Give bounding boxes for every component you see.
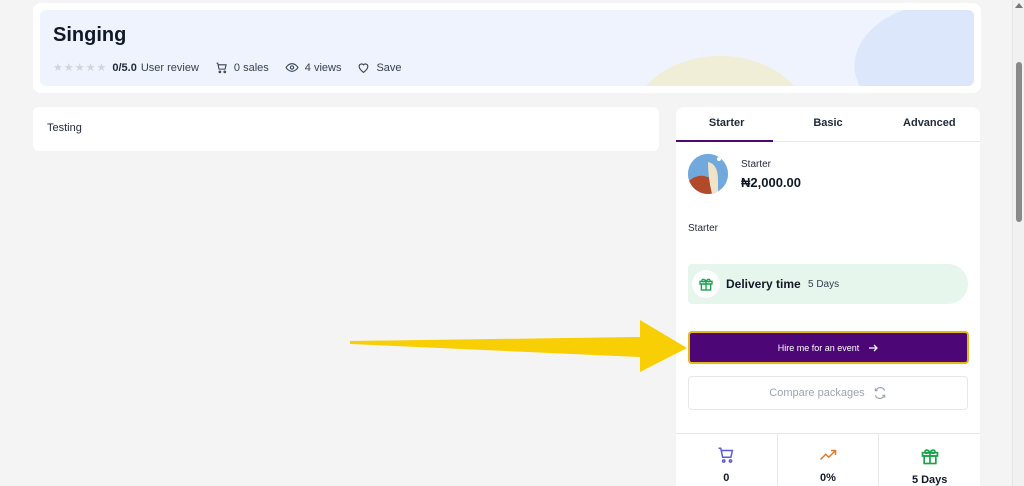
compare-packages-button[interactable]: Compare packages [688,376,968,410]
page-title: Singing [53,24,127,46]
stat-delivery: 5 Days [879,434,980,486]
service-header-card: Singing ★ ★ ★ ★ ★ 0/5.0 User review 0 sa… [33,3,981,93]
save-label: Save [376,61,402,74]
star-icon: ★ [63,62,74,74]
stat-sales: 0 [676,434,778,486]
service-header-banner: Singing ★ ★ ★ ★ ★ 0/5.0 User review 0 sa… [40,10,974,86]
views-count: 4 views [285,61,342,74]
delivery-label: Delivery time [726,277,801,291]
service-meta-row: ★ ★ ★ ★ ★ 0/5.0 User review 0 sales 4 vi… [53,61,418,75]
scroll-up-icon[interactable] [1015,3,1023,8]
package-stats: 0 0% 5 Days [676,433,980,486]
delivery-value: 5 Days [808,279,840,290]
package-description: Starter [688,223,719,234]
star-icon: ★ [74,62,85,74]
star-icon: ★ [53,62,63,74]
stat-value: 5 Days [911,474,948,486]
package-tabs: Starter Basic Advanced [676,107,980,142]
hire-button[interactable]: Hire me for an event [688,331,969,364]
package-panel: Starter Basic Advanced Starter ₦2,000.00… [676,107,980,486]
cart-icon [718,447,734,463]
eye-icon [285,63,299,72]
star-icon: ★ [96,62,107,74]
scrollbar[interactable] [1012,0,1024,486]
cart-icon [216,62,227,74]
description-text: Testing [47,122,82,134]
description-card: Testing [33,107,659,151]
rating-label: User review [140,61,199,74]
package-price: ₦2,000.00 [741,175,801,190]
stat-value: 0 [723,472,730,484]
save-button[interactable]: Save [357,61,402,74]
star-rating: ★ ★ ★ ★ ★ [53,61,106,74]
stat-growth: 0% [778,434,880,486]
arrow-right-icon [869,344,879,351]
tab-basic[interactable]: Basic [777,107,878,141]
refresh-icon [874,387,885,399]
decorative-shape [635,56,805,86]
star-icon: ★ [85,62,96,74]
gift-icon [921,449,939,465]
delivery-icon-wrapper [692,270,720,298]
tab-starter[interactable]: Starter [676,107,777,142]
compare-button-label: Compare packages [769,387,865,399]
delivery-time-box: Delivery time 5 Days [688,264,968,304]
decorative-shape [845,10,974,86]
avatar [688,154,728,194]
rating-value: 0/5.0 [112,61,137,74]
hire-button-label: Hire me for an event [777,342,860,353]
package-name: Starter [741,159,772,170]
views-label: 4 views [304,61,342,74]
gift-icon [699,278,713,291]
stat-value: 0% [820,472,836,484]
annotation-arrow-icon [350,320,687,372]
scrollbar-thumb[interactable] [1016,62,1022,222]
sales-label: 0 sales [233,61,269,74]
trend-up-icon [819,449,837,461]
sales-count: 0 sales [215,61,269,74]
heart-icon [359,63,369,74]
tab-advanced[interactable]: Advanced [879,107,980,141]
